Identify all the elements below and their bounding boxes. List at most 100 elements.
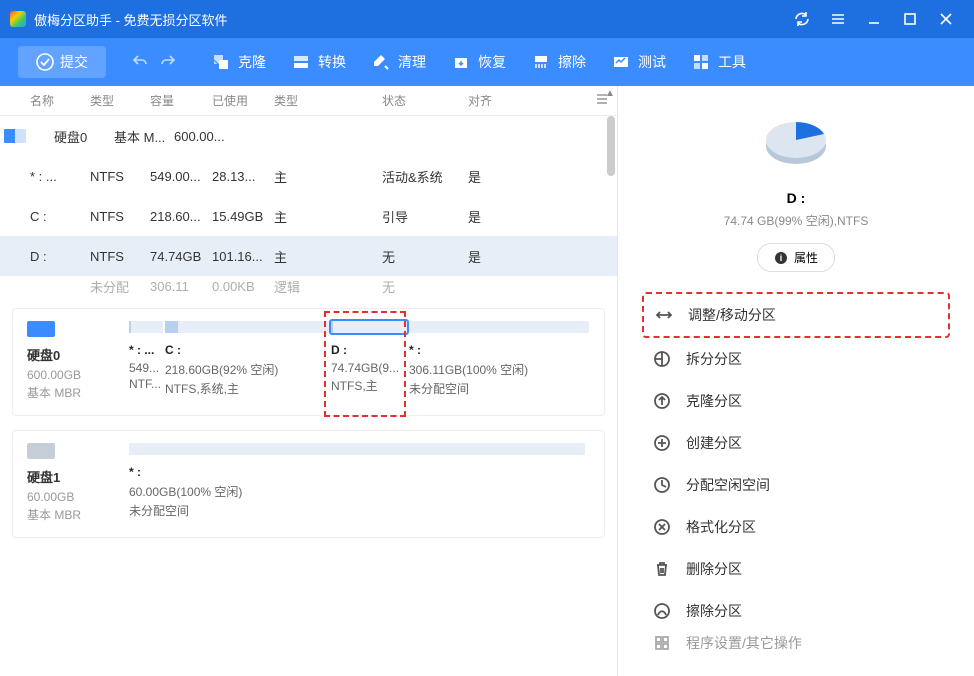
disk-info: 硬盘0600.00GB基本 MBR bbox=[27, 321, 117, 403]
tool-tools[interactable]: 工具 bbox=[692, 52, 746, 72]
disk-info: 硬盘160.00GB基本 MBR bbox=[27, 443, 117, 525]
cell: 无 bbox=[382, 247, 468, 266]
partition-bar-segment[interactable] bbox=[129, 321, 163, 333]
cell: 无 bbox=[382, 277, 468, 296]
cell: 逻辑 bbox=[274, 277, 382, 296]
partition-label: * : ...549...NTF... bbox=[129, 343, 163, 399]
redo-icon[interactable] bbox=[160, 53, 176, 72]
cell: 活动&系统 bbox=[382, 167, 468, 186]
titlebar: 傲梅分区助手 - 免费无损分区软件 bbox=[0, 0, 974, 38]
action-resize[interactable]: 调整/移动分区 bbox=[642, 292, 950, 338]
cell: NTFS bbox=[90, 169, 150, 184]
menu-icon[interactable] bbox=[820, 0, 856, 38]
submit-button[interactable]: 提交 bbox=[18, 46, 106, 78]
col-name[interactable]: 名称 bbox=[30, 92, 90, 109]
cell: * : ... bbox=[30, 169, 90, 184]
action-label: 删除分区 bbox=[686, 559, 742, 579]
cell: NTFS bbox=[90, 249, 150, 264]
table-header: 名称 类型 容量 已使用 类型 状态 对齐 bbox=[0, 86, 617, 116]
tool-wipe[interactable]: 擦除 bbox=[532, 52, 586, 72]
resize-icon bbox=[654, 305, 674, 325]
scrollbar-thumb[interactable] bbox=[607, 116, 615, 176]
svg-text:i: i bbox=[780, 253, 783, 263]
action-label: 创建分区 bbox=[686, 433, 742, 453]
refresh-icon[interactable] bbox=[784, 0, 820, 38]
cell: 引导 bbox=[382, 207, 468, 226]
clone-icon bbox=[212, 53, 230, 71]
col-align[interactable]: 对齐 bbox=[468, 92, 518, 109]
toolbar: 提交 克隆 转换 清理 恢复 擦除 测试 工具 bbox=[0, 38, 974, 86]
disk-icon bbox=[27, 321, 55, 337]
table-disk-row[interactable]: 硬盘0基本 M...600.00... bbox=[0, 116, 617, 156]
col-status[interactable]: 状态 bbox=[382, 92, 468, 109]
maximize-icon[interactable] bbox=[892, 0, 928, 38]
tool-test[interactable]: 测试 bbox=[612, 52, 666, 72]
undo-icon[interactable] bbox=[132, 53, 148, 72]
table-partition-row[interactable]: 未分配306.110.00KB逻辑无 bbox=[0, 276, 617, 296]
cell: 15.49GB bbox=[212, 209, 274, 224]
cell: 549.00... bbox=[150, 169, 212, 184]
properties-button[interactable]: i 属性 bbox=[757, 243, 835, 272]
action-label: 擦除分区 bbox=[686, 601, 742, 621]
cell: 主 bbox=[274, 207, 382, 226]
partition-bar-segment[interactable] bbox=[331, 321, 407, 333]
action-label: 分配空闲空间 bbox=[686, 475, 770, 495]
col-type2[interactable]: 类型 bbox=[274, 92, 382, 109]
cell: 28.13... bbox=[212, 169, 274, 184]
cell: 218.60... bbox=[150, 209, 212, 224]
action-list: 调整/移动分区拆分分区克隆分区创建分区分配空闲空间格式化分区删除分区擦除分区程序… bbox=[642, 292, 950, 654]
tool-recover[interactable]: 恢复 bbox=[452, 52, 506, 72]
action-label: 克隆分区 bbox=[686, 391, 742, 411]
action-wipe[interactable]: 擦除分区 bbox=[642, 590, 950, 632]
action-split[interactable]: 拆分分区 bbox=[642, 338, 950, 380]
wipe-icon bbox=[532, 53, 550, 71]
right-panel: D : 74.74 GB(99% 空闲),NTFS i 属性 调整/移动分区拆分… bbox=[618, 86, 974, 676]
scroll-up-icon[interactable]: ▲ bbox=[605, 88, 615, 98]
partition-bar-segment[interactable] bbox=[409, 321, 589, 333]
more-icon bbox=[652, 633, 672, 653]
delete-icon bbox=[652, 559, 672, 579]
create-icon bbox=[652, 433, 672, 453]
action-label: 程序设置/其它操作 bbox=[686, 633, 802, 653]
action-format[interactable]: 格式化分区 bbox=[642, 506, 950, 548]
tool-clone[interactable]: 克隆 bbox=[212, 52, 266, 72]
cell: 101.16... bbox=[212, 249, 274, 264]
tools-icon bbox=[692, 53, 710, 71]
minimize-icon[interactable] bbox=[856, 0, 892, 38]
action-label: 拆分分区 bbox=[686, 349, 742, 369]
action-clone[interactable]: 克隆分区 bbox=[642, 380, 950, 422]
action-allocate[interactable]: 分配空闲空间 bbox=[642, 464, 950, 506]
cell: 是 bbox=[468, 247, 518, 266]
partition-label: * :60.00GB(100% 空闲)未分配空间 bbox=[129, 465, 585, 521]
disk-map-area: 硬盘0600.00GB基本 MBR * : ...549...NTF...C :… bbox=[0, 296, 617, 676]
cell: 未分配 bbox=[90, 277, 150, 296]
table-partition-row[interactable]: C :NTFS218.60...15.49GB主引导是 bbox=[0, 196, 617, 236]
col-type1[interactable]: 类型 bbox=[90, 92, 150, 109]
action-more[interactable]: 程序设置/其它操作 bbox=[642, 632, 950, 654]
close-icon[interactable] bbox=[928, 0, 964, 38]
partition-label: D :74.74GB(9...NTFS,主 bbox=[331, 343, 407, 399]
table-partition-row[interactable]: D :NTFS74.74GB101.16...主无是 bbox=[0, 236, 617, 276]
cell: 600.00... bbox=[174, 129, 236, 144]
disk-icon bbox=[27, 443, 55, 459]
tool-convert[interactable]: 转换 bbox=[292, 52, 346, 72]
disk-card: 硬盘160.00GB基本 MBR * :60.00GB(100% 空闲)未分配空… bbox=[12, 430, 605, 538]
tool-clean[interactable]: 清理 bbox=[372, 52, 426, 72]
cell: 306.11 bbox=[150, 279, 212, 294]
cell: NTFS bbox=[90, 209, 150, 224]
cell: C : bbox=[30, 209, 90, 224]
col-used[interactable]: 已使用 bbox=[212, 92, 274, 109]
table-partition-row[interactable]: * : ...NTFS549.00...28.13...主活动&系统是 bbox=[0, 156, 617, 196]
partition-bar-segment[interactable] bbox=[129, 443, 585, 455]
action-delete[interactable]: 删除分区 bbox=[642, 548, 950, 590]
info-icon: i bbox=[774, 251, 788, 265]
action-create[interactable]: 创建分区 bbox=[642, 422, 950, 464]
col-capacity[interactable]: 容量 bbox=[150, 92, 212, 109]
cell: 是 bbox=[468, 167, 518, 186]
partition-label: * :306.11GB(100% 空闲)未分配空间 bbox=[409, 343, 589, 399]
partition-bar-segment[interactable] bbox=[165, 321, 329, 333]
cell: 基本 M... bbox=[114, 127, 174, 146]
partition-label: C :218.60GB(92% 空闲)NTFS,系统,主 bbox=[165, 343, 329, 399]
cell: 硬盘0 bbox=[54, 127, 114, 146]
app-logo-icon bbox=[10, 11, 26, 27]
